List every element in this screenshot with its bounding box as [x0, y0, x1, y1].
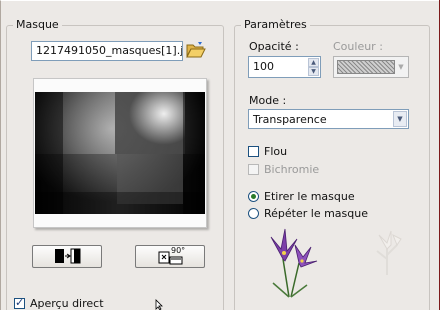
mode-label: Mode : [249, 94, 287, 107]
mask-file-name: 1217491050_masques[1].jpg [36, 44, 183, 57]
opacity-value: 100 [253, 60, 274, 73]
chevron-up-icon[interactable]: ▲ [308, 58, 319, 67]
mask-preview [33, 78, 207, 228]
rotate-degree-label: 90° [171, 246, 186, 255]
mask-file-field[interactable]: 1217491050_masques[1].jpg [31, 41, 183, 61]
mouse-cursor-icon [155, 299, 163, 310]
open-file-button[interactable] [186, 41, 206, 59]
stretch-mask-label[interactable]: Etirer le masque [264, 190, 355, 203]
chevron-down-icon[interactable]: ▼ [393, 111, 407, 127]
mode-value: Transparence [253, 113, 327, 126]
stretch-mask-radio[interactable] [248, 191, 259, 202]
masque-group-title: Masque [13, 18, 62, 31]
color-label: Couleur : [333, 40, 383, 53]
opacity-label: Opacité : [249, 40, 299, 53]
invert-mask-button[interactable] [32, 245, 102, 268]
mode-select[interactable]: Transparence ▼ [248, 109, 409, 129]
parametres-group-title: Paramètres [241, 18, 310, 31]
flower-decoration [270, 228, 318, 298]
bichromie-label: Bichromie [264, 163, 320, 176]
folder-open-icon [186, 42, 206, 58]
color-swatch-fill [337, 60, 395, 74]
embossed-flower-decoration [376, 230, 402, 275]
invert-mask-icon [55, 248, 81, 264]
live-preview-label[interactable]: Aperçu direct [30, 297, 104, 310]
chevron-down-icon[interactable]: ▼ [308, 67, 319, 76]
blur-checkbox[interactable] [248, 146, 259, 157]
chevron-down-icon: ▼ [398, 63, 404, 71]
blur-label[interactable]: Flou [264, 145, 287, 158]
mask-preview-image [35, 92, 205, 214]
repeat-mask-label[interactable]: Répéter le masque [264, 207, 368, 220]
live-preview-checkbox[interactable] [14, 296, 25, 309]
repeat-mask-radio[interactable] [248, 208, 259, 219]
color-picker: ▼ [333, 56, 409, 78]
bichromie-checkbox [248, 164, 259, 175]
opacity-stepper[interactable]: 100 ▲ ▼ [248, 56, 321, 78]
rotate-mask-button[interactable]: 90° [135, 245, 205, 268]
opacity-spin-buttons[interactable]: ▲ ▼ [308, 58, 319, 77]
mask-dialog: Masque 1217491050_masques[1].jpg 90° Par… [0, 0, 439, 310]
